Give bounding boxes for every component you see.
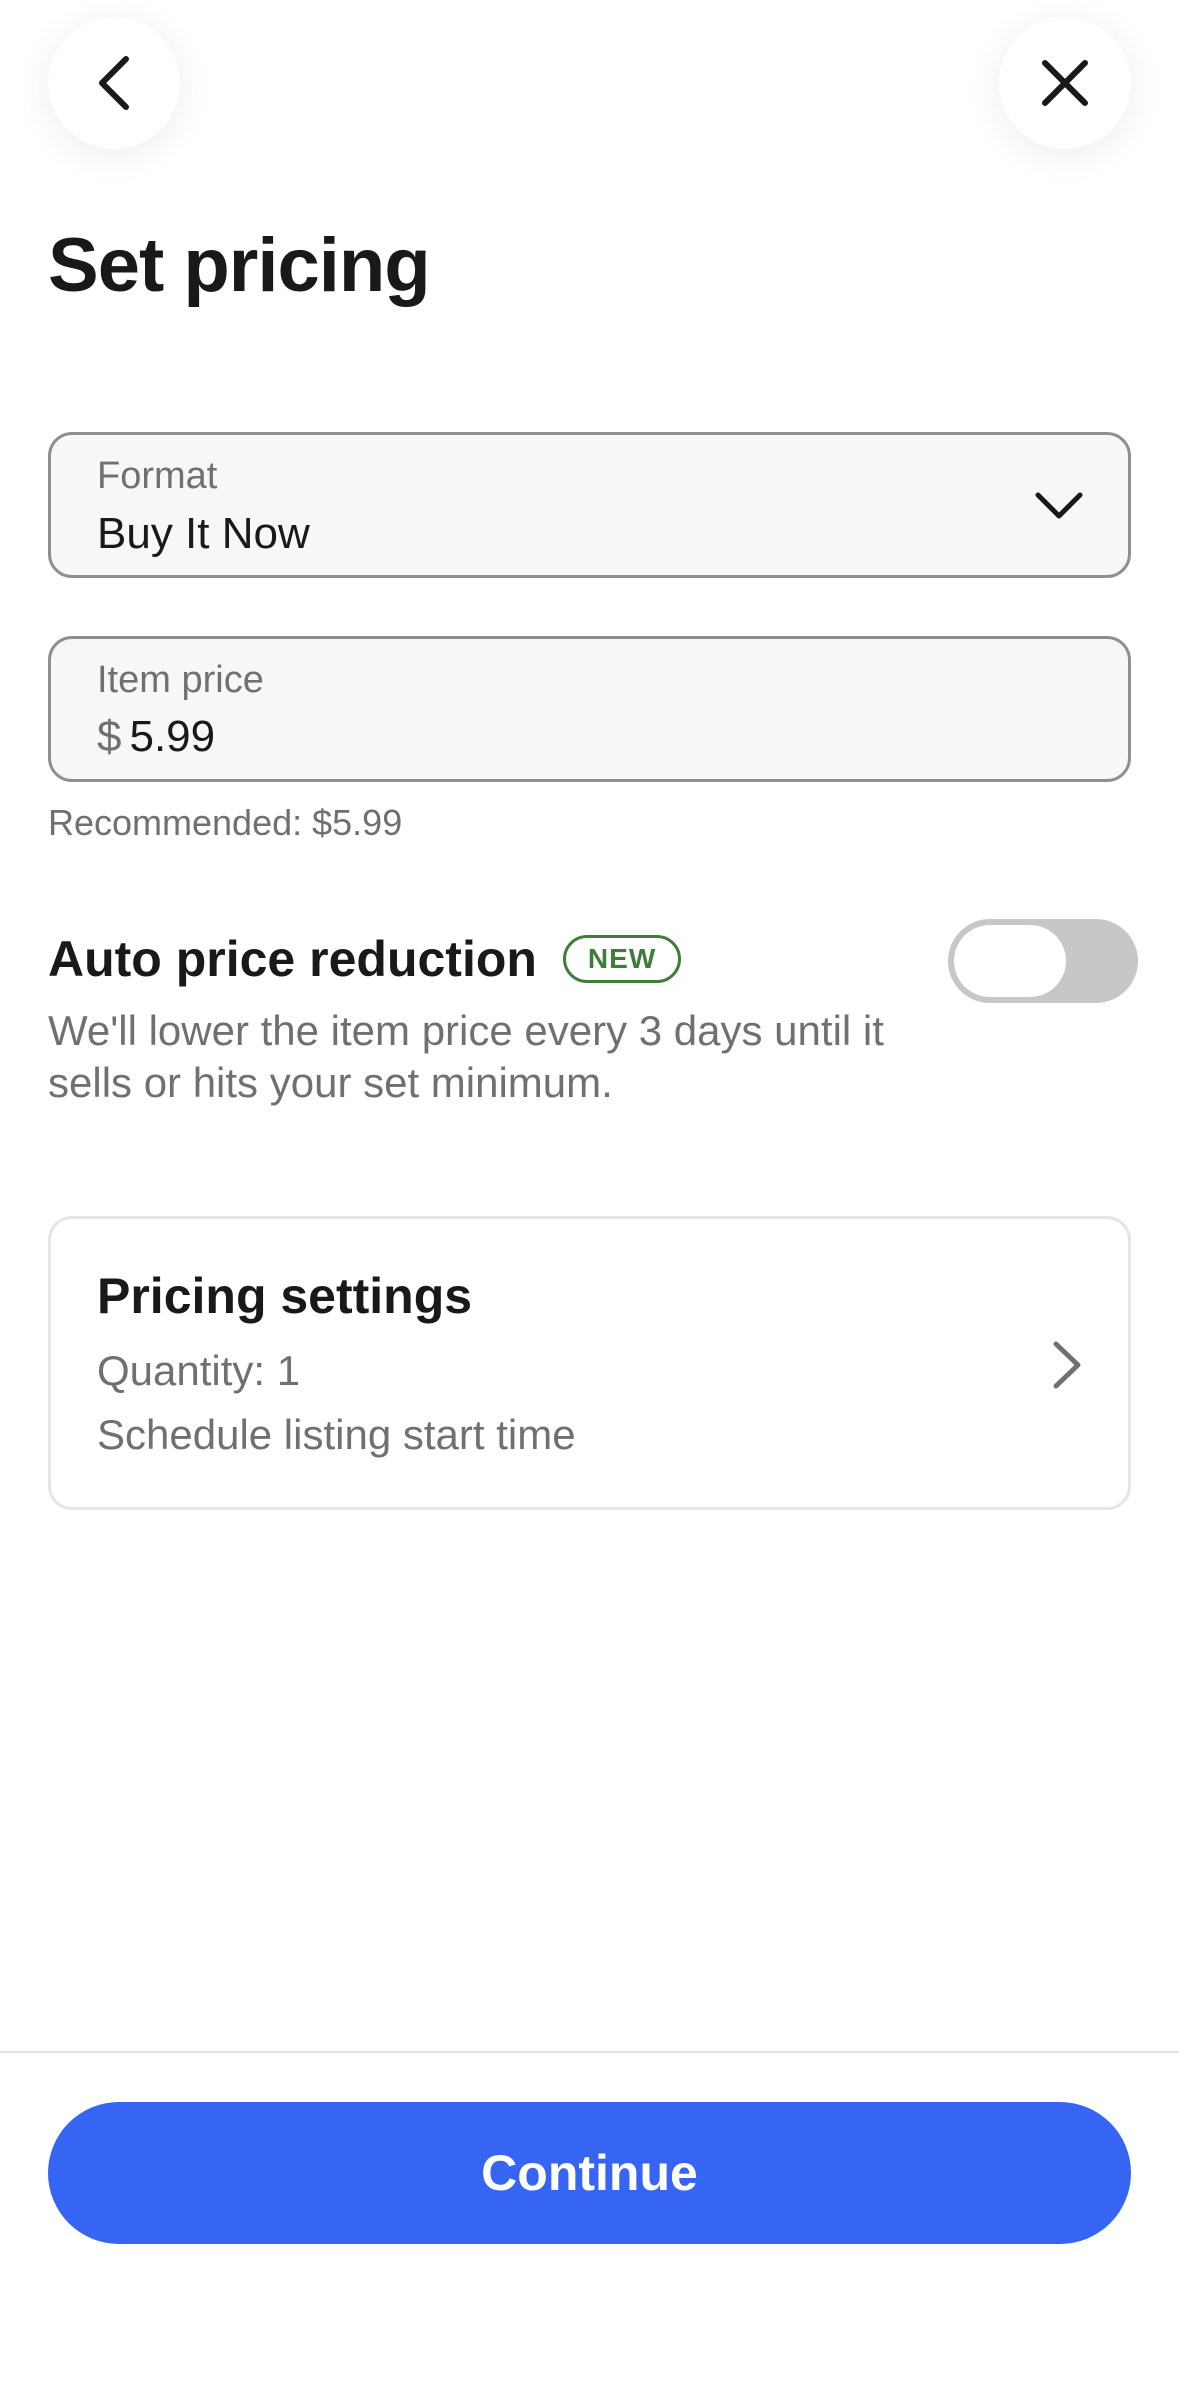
auto-price-reduction-toggle[interactable] bbox=[948, 919, 1138, 1003]
format-label: Format bbox=[97, 455, 218, 497]
item-price-field[interactable]: Item price $ 5.99 bbox=[48, 636, 1131, 782]
footer-divider bbox=[0, 2051, 1179, 2053]
item-price-input[interactable]: 5.99 bbox=[129, 712, 215, 762]
continue-button[interactable]: Continue bbox=[48, 2102, 1131, 2244]
close-icon bbox=[1042, 60, 1088, 106]
quantity-summary: Quantity: 1 bbox=[97, 1347, 301, 1394]
format-select[interactable]: Format Buy It Now bbox=[48, 432, 1131, 578]
item-price-label: Item price bbox=[97, 659, 264, 701]
auto-price-reduction-description: We'll lower the item price every 3 days … bbox=[48, 1007, 884, 1106]
schedule-summary: Schedule listing start time bbox=[97, 1411, 576, 1458]
pricing-settings-title: Pricing settings bbox=[97, 1268, 473, 1324]
new-badge: NEW bbox=[562, 935, 682, 983]
page-title: Set pricing bbox=[48, 223, 431, 308]
back-button[interactable] bbox=[48, 17, 180, 149]
chevron-right-icon bbox=[1042, 1337, 1092, 1393]
auto-price-reduction-title: Auto price reduction bbox=[48, 931, 537, 987]
currency-symbol: $ bbox=[97, 712, 122, 761]
auto-price-reduction-header: Auto price reduction NEW bbox=[48, 930, 682, 988]
toggle-knob bbox=[954, 925, 1066, 997]
pricing-settings-card[interactable]: Pricing settings Quantity: 1 Schedule li… bbox=[48, 1216, 1131, 1510]
price-input-row[interactable]: $ 5.99 bbox=[97, 712, 215, 762]
set-pricing-screen: Set pricing Format Buy It Now Item price… bbox=[0, 0, 1179, 2396]
close-button[interactable] bbox=[999, 17, 1131, 149]
chevron-left-icon bbox=[99, 56, 129, 110]
format-value: Buy It Now bbox=[97, 509, 310, 558]
recommended-price-hint: Recommended: $5.99 bbox=[48, 802, 403, 843]
chevron-down-icon bbox=[1034, 481, 1084, 531]
